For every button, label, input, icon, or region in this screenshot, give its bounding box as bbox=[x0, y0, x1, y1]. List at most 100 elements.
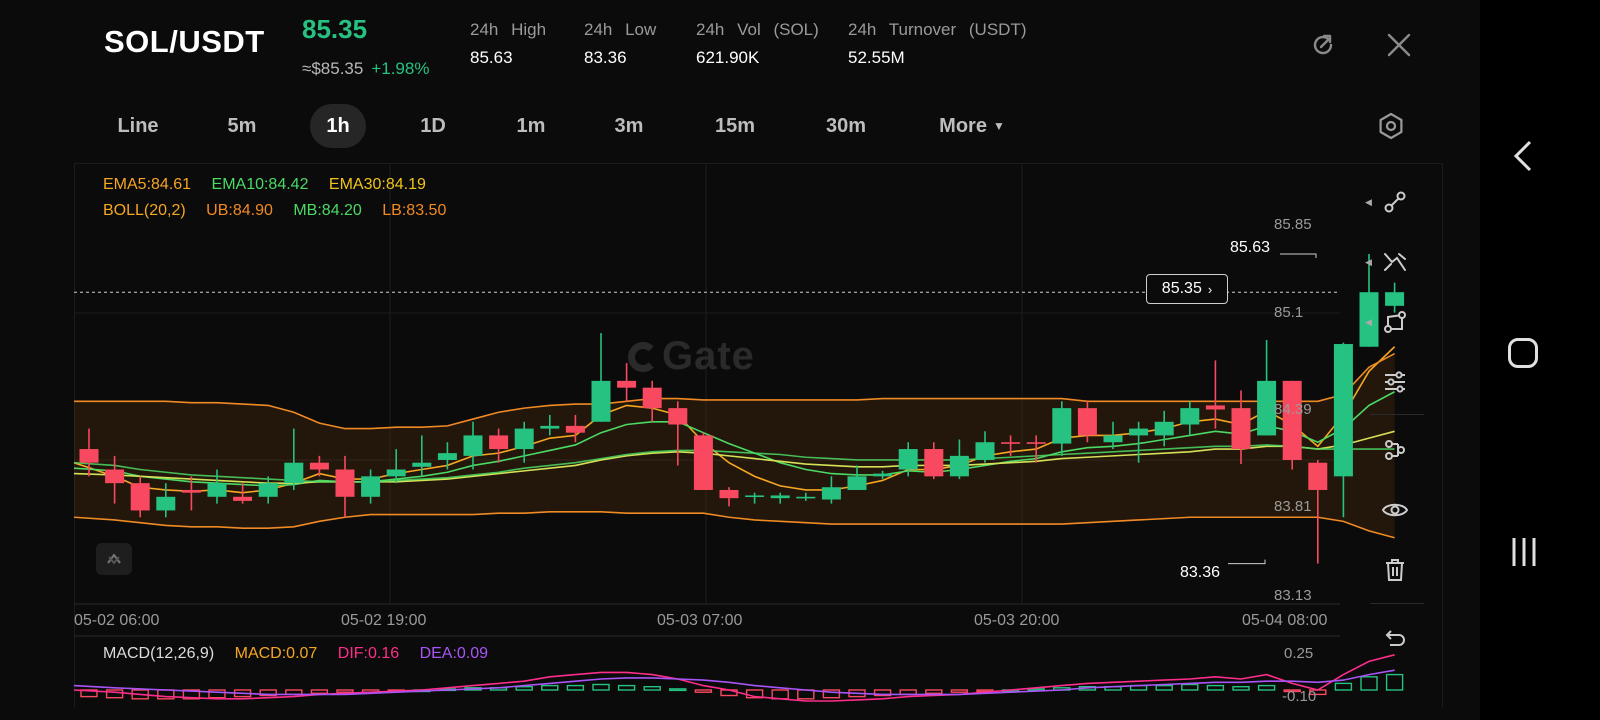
toolbar-divider bbox=[1370, 414, 1424, 415]
macd-title: MACD(12,26,9) bbox=[103, 645, 215, 662]
boll-legend: BOLL(20,2) UB:84.90 MB:84.20 LB:83.50 bbox=[103, 202, 446, 220]
candle-body bbox=[617, 380, 637, 388]
macd-bar bbox=[1155, 684, 1173, 691]
home-nav-icon[interactable] bbox=[1508, 338, 1538, 368]
macd-bar bbox=[1181, 683, 1199, 691]
candle-body bbox=[847, 476, 867, 490]
candle-body bbox=[181, 489, 201, 493]
dea-value: DEA:0.09 bbox=[419, 645, 489, 662]
candle-body bbox=[693, 435, 713, 490]
tool-delete[interactable] bbox=[1367, 550, 1423, 590]
shape-icon bbox=[1384, 311, 1406, 333]
candle-body bbox=[1077, 408, 1097, 436]
undo-icon bbox=[1385, 630, 1405, 646]
auto-scale-icon[interactable] bbox=[96, 543, 132, 575]
ema-legend: EMA5:84.61 EMA10:84.42 EMA30:84.19 bbox=[103, 176, 426, 194]
macd-bar bbox=[336, 689, 354, 693]
line-draw-icon bbox=[1384, 191, 1406, 213]
candle-body bbox=[668, 408, 688, 425]
tool-pattern[interactable] bbox=[1367, 430, 1423, 470]
candle-body bbox=[233, 496, 253, 501]
ema5-label: EMA5:84.61 bbox=[103, 176, 192, 193]
tool-shape[interactable]: ◀ bbox=[1365, 302, 1423, 342]
candle-body bbox=[514, 428, 534, 450]
candle-body bbox=[1001, 442, 1021, 444]
candle-body bbox=[79, 449, 99, 463]
macd-legend: MACD(12,26,9) MACD:0.07 DIF:0.16 DEA:0.0… bbox=[103, 645, 488, 663]
candle-body bbox=[361, 476, 381, 497]
tool-cross[interactable]: ◀ bbox=[1365, 242, 1423, 282]
candle-body bbox=[386, 469, 406, 477]
candle-body bbox=[1180, 408, 1200, 425]
candle-body bbox=[1103, 435, 1123, 443]
candle-body bbox=[1282, 380, 1302, 460]
low-leader-line bbox=[1228, 559, 1266, 565]
candle-body bbox=[105, 469, 125, 484]
x-tick: 05-04 08:00 bbox=[1242, 612, 1328, 629]
candle-body bbox=[949, 455, 969, 477]
candle-body bbox=[898, 449, 918, 470]
candle-body bbox=[207, 483, 227, 497]
macd-bar bbox=[617, 684, 636, 691]
y-tick: 85.1 bbox=[1274, 304, 1304, 321]
candle-body bbox=[335, 469, 355, 497]
candle-body bbox=[1026, 442, 1046, 444]
candle-body bbox=[642, 387, 662, 409]
tool-trend-line[interactable]: ◀ bbox=[1365, 182, 1423, 222]
gate-logo-icon bbox=[628, 342, 658, 372]
macd-bar bbox=[771, 689, 789, 700]
current-price-badge[interactable]: 85.35 › bbox=[1146, 274, 1228, 304]
x-tick: 05-03 20:00 bbox=[974, 612, 1060, 629]
macd-bar bbox=[694, 689, 713, 693]
toolbar-divider bbox=[1370, 603, 1424, 604]
candle-body bbox=[412, 462, 432, 467]
candle-body bbox=[1231, 408, 1251, 450]
boll-label: BOLL(20,2) bbox=[103, 202, 186, 219]
candle-body bbox=[309, 462, 329, 470]
candle-body bbox=[437, 453, 457, 460]
y-tick: 83.81 bbox=[1274, 498, 1312, 515]
gate-watermark: Gate bbox=[628, 334, 755, 379]
y-tick: 84.39 bbox=[1274, 401, 1312, 418]
macd-bar bbox=[592, 683, 610, 691]
candle-body bbox=[745, 495, 765, 498]
macd-bar bbox=[925, 689, 943, 694]
cross-lines-icon bbox=[1384, 253, 1406, 271]
macd-value: MACD:0.07 bbox=[234, 645, 318, 662]
macd-bar bbox=[1206, 684, 1225, 691]
candle-body bbox=[924, 449, 944, 477]
tool-visibility[interactable] bbox=[1367, 490, 1423, 530]
recents-nav-icon[interactable] bbox=[1510, 536, 1538, 573]
y-tick: 85.85 bbox=[1274, 216, 1312, 233]
macd-bar bbox=[208, 689, 226, 699]
candle-body bbox=[565, 425, 585, 433]
macd-y-bottom: -0.10 bbox=[1282, 688, 1317, 705]
pattern-icon bbox=[1385, 440, 1405, 460]
macd-bar bbox=[950, 689, 969, 693]
x-tick: 05-03 07:00 bbox=[657, 612, 743, 629]
candle-body bbox=[873, 473, 893, 477]
macd-bar bbox=[669, 688, 687, 692]
x-tick: 05-02 06:00 bbox=[74, 612, 160, 629]
candle-body bbox=[130, 483, 150, 511]
tool-undo[interactable] bbox=[1367, 620, 1423, 660]
tool-indicators[interactable] bbox=[1367, 362, 1423, 402]
dif-value: DIF:0.16 bbox=[337, 645, 400, 662]
macd-bar bbox=[1257, 684, 1276, 691]
back-nav-icon[interactable] bbox=[1508, 138, 1538, 179]
macd-y-top: 0.25 bbox=[1284, 645, 1314, 662]
candle-body bbox=[156, 496, 176, 511]
expand-arrow-icon: ◀ bbox=[1365, 256, 1372, 267]
candle-body bbox=[591, 380, 611, 422]
candle-body bbox=[1052, 408, 1072, 444]
expand-arrow-icon: ◀ bbox=[1365, 316, 1372, 327]
low-marker: 83.36 bbox=[1180, 564, 1221, 581]
ema30-label: EMA30:84.19 bbox=[328, 176, 426, 193]
chevron-right-icon: › bbox=[1207, 281, 1213, 297]
candle-body bbox=[1205, 405, 1225, 410]
candle-body bbox=[489, 435, 509, 450]
candle-body bbox=[719, 489, 739, 499]
y-tick: 83.13 bbox=[1274, 587, 1312, 604]
system-nav-bar bbox=[1480, 0, 1600, 720]
candle-body bbox=[770, 495, 790, 499]
